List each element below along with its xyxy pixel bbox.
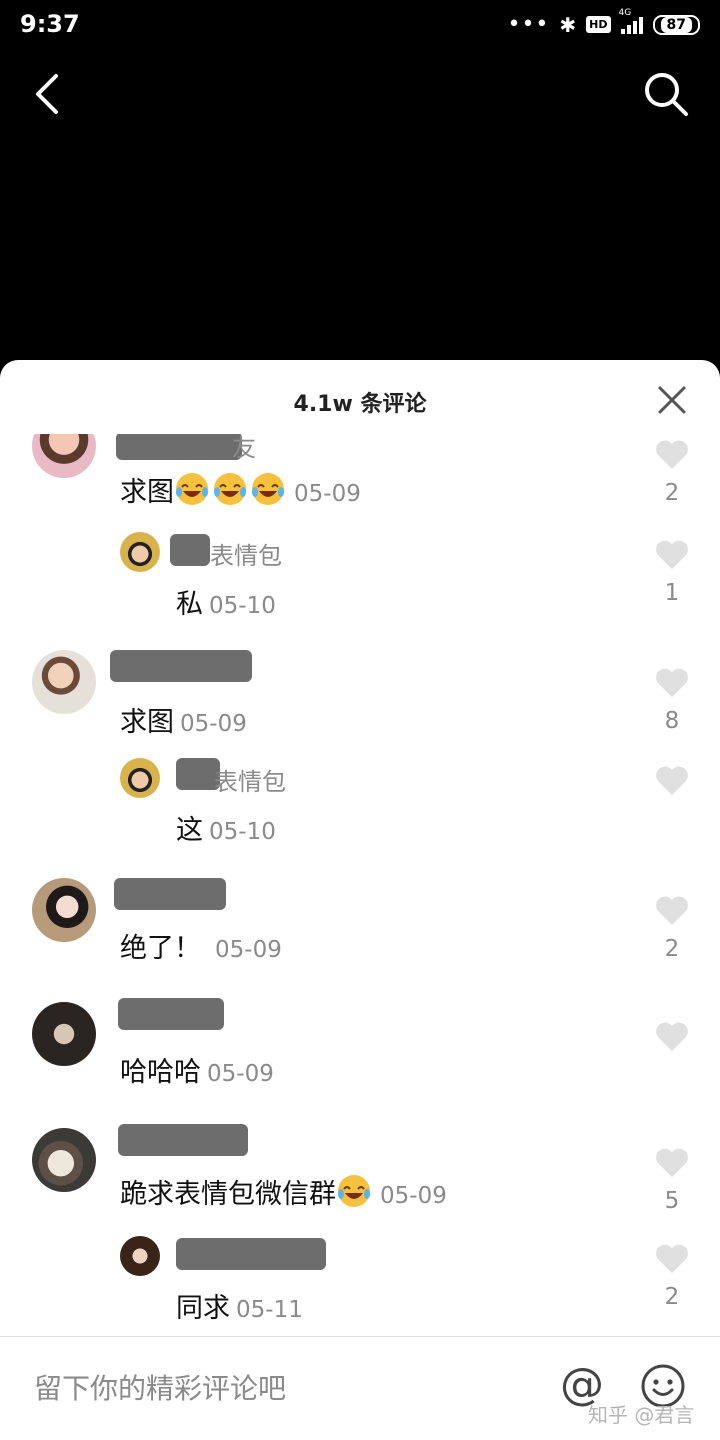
like-count: 2 — [664, 936, 680, 962]
avatar[interactable] — [32, 434, 96, 478]
comment-text: 私 05-10 — [176, 582, 276, 621]
heart-icon — [656, 1022, 688, 1051]
like-count: 5 — [664, 1188, 680, 1214]
top-nav — [0, 56, 720, 136]
username-redacted[interactable] — [114, 878, 226, 910]
username-tail: 友 — [232, 434, 256, 462]
hd-badge: HD — [586, 16, 611, 33]
comment-item[interactable]: 绝了！ 05-09 2 — [0, 878, 720, 988]
avatar[interactable] — [32, 1002, 96, 1066]
comment-text: 这 05-10 — [176, 808, 276, 847]
comment-body: 哈哈哈 — [120, 1057, 201, 1088]
search-icon[interactable] — [642, 70, 690, 118]
comment-body: 求图 — [120, 707, 174, 738]
laugh-cry-emoji-icon — [252, 473, 284, 505]
comment-text: 求图 05-09 — [120, 700, 247, 739]
reply-item[interactable]: 同求 05-11 2 — [0, 1234, 720, 1334]
comment-input[interactable]: 留下你的精彩评论吧 — [34, 1367, 286, 1407]
like-button[interactable] — [654, 1020, 690, 1062]
username-redacted[interactable] — [118, 998, 224, 1030]
laugh-cry-emoji-icon — [338, 1175, 370, 1207]
like-button[interactable]: 5 — [654, 1146, 690, 1214]
like-button[interactable]: 2 — [654, 1242, 690, 1310]
signal-icon: 4G — [619, 8, 643, 34]
like-button[interactable]: 8 — [654, 666, 690, 734]
comment-input-bar: 留下你的精彩评论吧 @ 知乎 @君言 — [0, 1336, 720, 1440]
comment-body: 私 — [176, 589, 203, 620]
avatar[interactable] — [32, 650, 96, 714]
comment-body: 跪求表情包微信群 — [120, 1179, 336, 1210]
comment-item[interactable]: 友 求图 05-09 2 — [0, 434, 720, 534]
avatar[interactable] — [120, 532, 160, 572]
comment-body: 这 — [176, 815, 203, 846]
close-icon[interactable] — [656, 384, 688, 416]
like-button[interactable]: 2 — [654, 894, 690, 962]
status-icons: ••• ✱ HD 4G 87 — [507, 8, 700, 37]
comment-sheet: 4.1w 条评论 友 求图 05-09 2 表情包 私 05-10 1 求图 0… — [0, 360, 720, 1440]
reply-item[interactable]: 表情包 这 05-10 — [0, 758, 720, 858]
comment-date: 05-09 — [380, 1183, 447, 1209]
heart-icon — [656, 540, 688, 569]
bluetooth-icon: ✱ — [559, 12, 577, 37]
like-count: 2 — [664, 1284, 680, 1310]
avatar[interactable] — [32, 878, 96, 942]
like-count: 8 — [664, 708, 680, 734]
username-redacted[interactable] — [116, 434, 242, 460]
heart-icon — [656, 1244, 688, 1273]
battery-level: 87 — [660, 16, 692, 33]
username-redacted[interactable] — [118, 1124, 248, 1156]
comment-text: 绝了！ 05-09 — [120, 926, 282, 965]
laugh-cry-emoji-icon — [214, 473, 246, 505]
status-time: 9:37 — [20, 10, 80, 38]
comment-body: 同求 — [176, 1293, 230, 1324]
laugh-cry-emoji-icon — [176, 473, 208, 505]
sheet-title: 4.1w 条评论 — [293, 392, 427, 417]
more-dots-icon: ••• — [507, 12, 550, 37]
heart-icon — [656, 668, 688, 697]
comment-item[interactable]: 哈哈哈 05-09 — [0, 998, 720, 1112]
heart-icon — [656, 1148, 688, 1177]
username-redacted[interactable] — [170, 534, 210, 566]
username-redacted[interactable] — [176, 1238, 326, 1270]
comment-date: 05-10 — [209, 819, 276, 845]
comment-date: 05-10 — [209, 593, 276, 619]
avatar[interactable] — [120, 758, 160, 798]
comment-body: 求图 — [120, 477, 174, 508]
heart-icon — [656, 440, 688, 469]
comment-date: 05-09 — [180, 711, 247, 737]
like-count: 1 — [664, 580, 680, 606]
comment-date: 05-09 — [207, 1061, 274, 1087]
comment-text: 求图 05-09 — [120, 470, 361, 509]
heart-icon — [656, 896, 688, 925]
comment-date: 05-11 — [236, 1297, 303, 1323]
battery-icon: 87 — [652, 14, 700, 35]
status-bar: 9:37 ••• ✱ HD 4G 87 — [0, 0, 720, 48]
username-tail: 表情包 — [210, 542, 282, 570]
username-tail: 表情包 — [214, 768, 286, 796]
comment-body: 绝了！ — [120, 933, 201, 964]
network-type: 4G — [618, 7, 632, 18]
comment-date: 05-09 — [294, 481, 361, 507]
watermark: 知乎 @君言 — [588, 1403, 695, 1427]
avatar[interactable] — [120, 1236, 160, 1276]
reply-item[interactable]: 表情包 私 05-10 1 — [0, 530, 720, 630]
comment-list[interactable]: 友 求图 05-09 2 表情包 私 05-10 1 求图 05-09 8 表情… — [0, 434, 720, 1336]
heart-icon — [656, 766, 688, 795]
back-arrow-icon[interactable] — [30, 72, 70, 116]
comment-date: 05-09 — [215, 937, 282, 963]
avatar[interactable] — [32, 1128, 96, 1192]
comment-item[interactable]: 跪求表情包微信群 05-09 5 — [0, 1124, 720, 1228]
comment-text: 哈哈哈 05-09 — [120, 1050, 274, 1089]
comment-item[interactable]: 求图 05-09 8 — [0, 648, 720, 758]
comment-text: 跪求表情包微信群 05-09 — [120, 1172, 447, 1211]
like-button[interactable]: 1 — [654, 538, 690, 606]
like-count: 2 — [664, 480, 680, 506]
comment-text: 同求 05-11 — [176, 1286, 303, 1325]
username-redacted[interactable] — [110, 650, 252, 682]
like-button[interactable] — [654, 764, 690, 806]
like-button[interactable]: 2 — [654, 438, 690, 506]
